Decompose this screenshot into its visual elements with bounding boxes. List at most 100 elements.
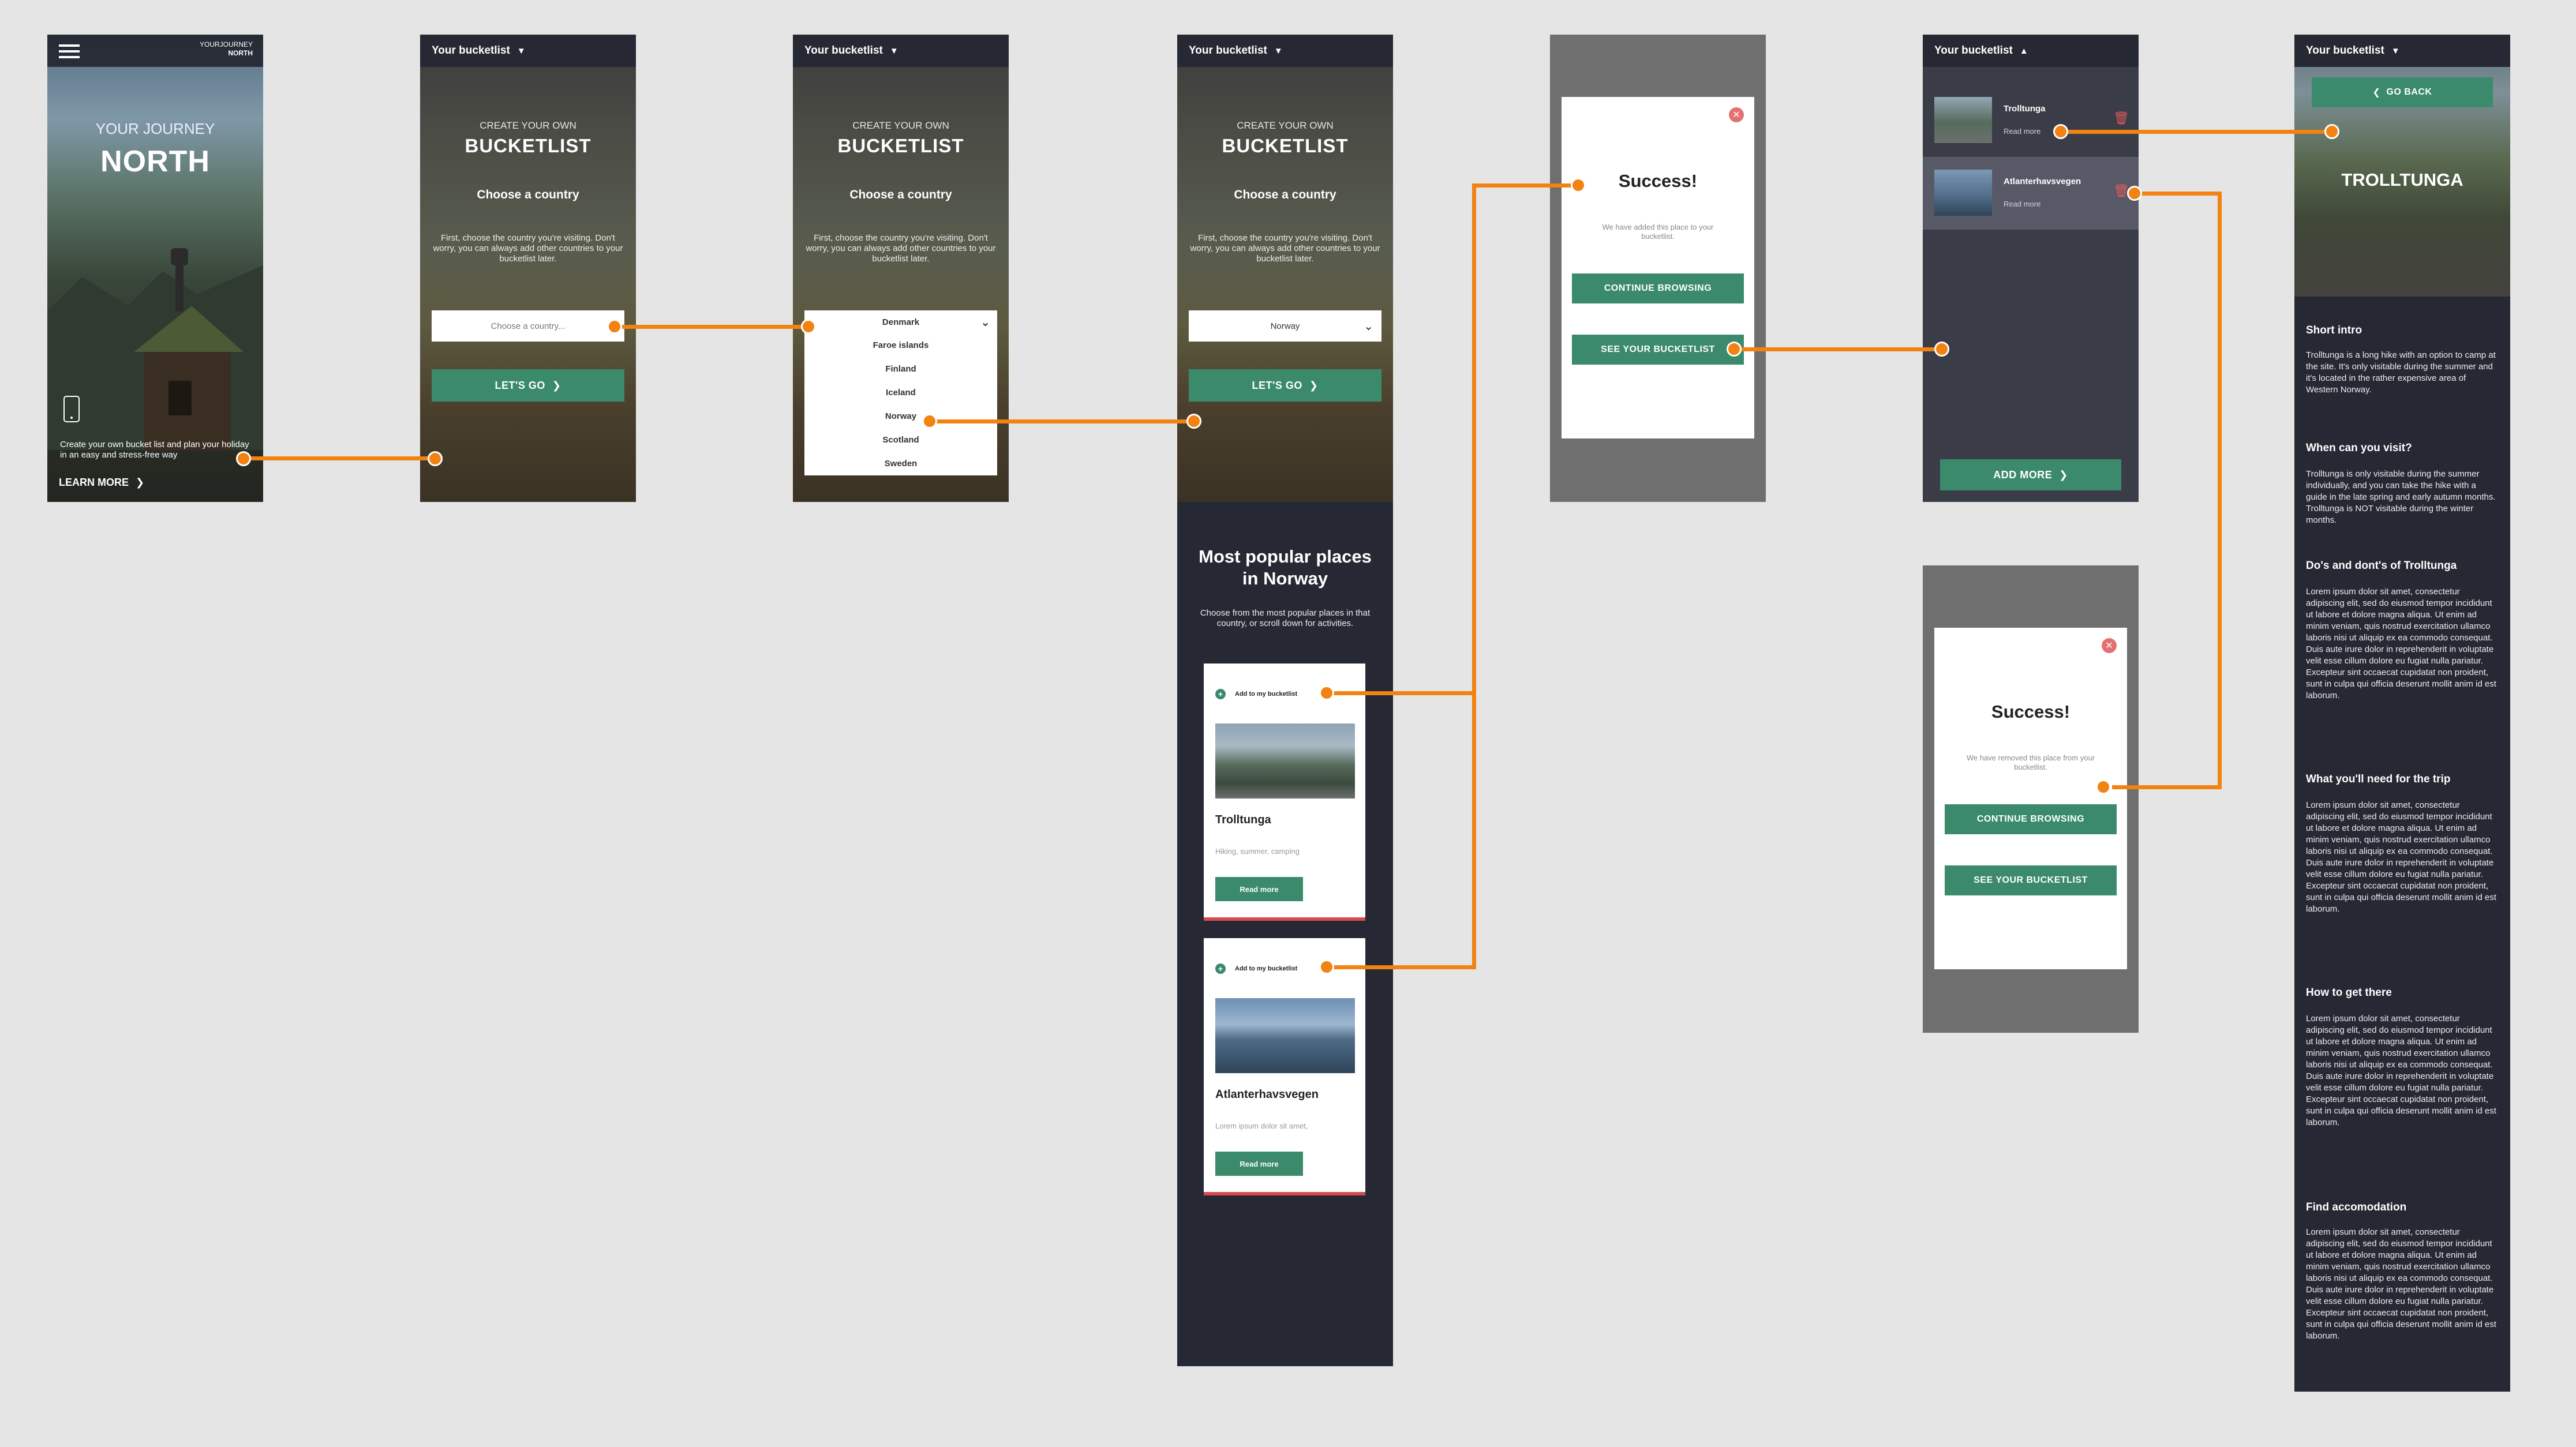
atlanterhavsvegen-thumbnail xyxy=(1934,170,1992,216)
section-text: Lorem ipsum dolor sit amet, consectetur … xyxy=(2306,1227,2496,1341)
learn-more-label: LEARN MORE xyxy=(59,477,129,488)
flow-dot xyxy=(2127,186,2142,201)
add-more-button[interactable]: ADD MORE ❯ xyxy=(1940,459,2121,490)
lets-go-button[interactable]: LET'S GO ❯ xyxy=(432,369,624,402)
dropdown-option-denmark[interactable]: Denmark xyxy=(804,310,997,333)
chevron-left-icon: ❮ xyxy=(2372,88,2381,98)
trash-icon[interactable]: 🗑 xyxy=(2113,111,2129,126)
flow-connector xyxy=(246,456,436,460)
lets-go-label: LET'S GO xyxy=(495,379,545,391)
hero-kicker: YOUR JOURNEY xyxy=(95,120,215,137)
popular-title-line1: Most popular places xyxy=(1199,546,1372,567)
chevron-right-icon: ❯ xyxy=(136,477,145,488)
add-to-bucketlist-button[interactable]: + Add to my bucketlist xyxy=(1215,964,1297,974)
flow-dot xyxy=(1571,178,1586,193)
create-title: BUCKETLIST xyxy=(1222,135,1349,156)
plus-icon: + xyxy=(1215,964,1226,974)
bucketlist-read-more[interactable]: Read more xyxy=(2004,127,2040,136)
hamburger-menu-icon[interactable] xyxy=(59,44,80,58)
detail-hero-title: TROLLTUNGA xyxy=(2341,170,2463,190)
popular-places-screen: Your bucketlist ▼ CREATE YOUR OWN BUCKET… xyxy=(1177,35,1393,1366)
place-card: + Add to my bucketlist Trolltunga Hiking… xyxy=(1204,663,1365,921)
section-heading: Find accomodation xyxy=(2306,1201,2407,1213)
bucketlist-header[interactable]: Your bucketlist ▼ xyxy=(420,35,636,67)
detail-screen: Your bucketlist ▼ ❮ GO BACK TROLLTUNGA S… xyxy=(2294,35,2510,1392)
dropdown-option-sweden[interactable]: Sweden xyxy=(804,452,997,475)
success-title: Success! xyxy=(1618,171,1698,191)
see-bucketlist-button[interactable]: SEE YOUR BUCKETLIST xyxy=(1945,865,2117,895)
bucketlist-header[interactable]: Your bucketlist ▼ xyxy=(2294,35,2510,67)
landing-screen: YOURJOURNEY NORTH YOUR JOURNEY NORTH Cre… xyxy=(47,35,263,502)
flow-dot xyxy=(922,414,937,429)
section-text: Trolltunga is a long hike with an option… xyxy=(2306,350,2496,395)
flow-dot xyxy=(2053,124,2068,139)
country-select-value: Norway xyxy=(1270,321,1300,331)
bucketlist-read-more[interactable]: Read more xyxy=(2004,200,2040,208)
close-icon[interactable]: ✕ xyxy=(2102,638,2117,653)
country-dropdown-list[interactable]: Denmark Faroe islands Finland Iceland No… xyxy=(804,310,997,475)
card-title: Atlanterhavsvegen xyxy=(1215,1088,1319,1101)
section-heading: When can you visit? xyxy=(2306,442,2412,454)
detail-hero xyxy=(2294,35,2510,297)
brand-logo: YOURJOURNEY NORTH xyxy=(200,40,253,58)
go-back-button[interactable]: ❮ GO BACK xyxy=(2312,77,2493,107)
flow-connector xyxy=(1327,691,1476,695)
add-to-bucketlist-button[interactable]: + Add to my bucketlist xyxy=(1215,689,1297,699)
dropdown-option-faroe-islands[interactable]: Faroe islands xyxy=(804,333,997,357)
success-added-modal: ✕ Success! We have added this place to y… xyxy=(1562,97,1754,438)
flow-connector xyxy=(2112,785,2222,789)
chevron-right-icon: ❯ xyxy=(552,379,561,391)
flow-dot xyxy=(1319,685,1334,700)
lets-go-button[interactable]: LET'S GO ❯ xyxy=(1189,369,1381,402)
header-title: Your bucketlist xyxy=(804,44,883,57)
dropdown-option-iceland[interactable]: Iceland xyxy=(804,381,997,404)
chevron-down-icon: ▼ xyxy=(889,46,898,56)
success-message: We have removed this place from your buc… xyxy=(1966,754,2095,771)
bucketlist-header[interactable]: Your bucketlist ▼ xyxy=(1177,35,1393,67)
flow-connector xyxy=(1327,965,1476,969)
flow-connector xyxy=(2062,130,2334,134)
read-more-button[interactable]: Read more xyxy=(1215,1152,1303,1176)
add-label: Add to my bucketlist xyxy=(1235,691,1298,698)
dropdown-option-finland[interactable]: Finland xyxy=(804,357,997,381)
read-more-button[interactable]: Read more xyxy=(1215,877,1303,901)
trolltunga-photo xyxy=(1215,724,1355,799)
continue-browsing-button[interactable]: CONTINUE BROWSING xyxy=(1945,804,2117,834)
country-select[interactable]: Choose a country... ▾ xyxy=(432,310,624,342)
chevron-down-icon: ▼ xyxy=(2391,46,2400,56)
chevron-right-icon: ❯ xyxy=(1309,379,1319,391)
dropdown-option-norway[interactable]: Norway xyxy=(804,404,997,428)
flow-dot xyxy=(428,451,443,466)
flow-connector xyxy=(2135,192,2222,196)
section-text: Lorem ipsum dolor sit amet, consectetur … xyxy=(2306,587,2496,700)
lets-go-label: LET'S GO xyxy=(1252,379,1302,391)
brand-top: YOURJOURNEY xyxy=(199,40,253,48)
bucketlist-item[interactable]: Trolltunga Read more 🗑 xyxy=(1923,84,2139,157)
header-title: Your bucketlist xyxy=(2306,44,2384,57)
bucketlist-header[interactable]: Your bucketlist ▲ xyxy=(1923,35,2139,67)
popular-title-line2: in Norway xyxy=(1242,568,1328,588)
learn-more-button[interactable]: LEARN MORE ❯ xyxy=(59,477,144,489)
success-message: We have added this place to your bucketl… xyxy=(1602,223,1714,241)
dropdown-option-scotland[interactable]: Scotland xyxy=(804,428,997,452)
bucketlist-header[interactable]: Your bucketlist ▼ xyxy=(793,35,1009,67)
add-more-label: ADD MORE xyxy=(1993,468,2053,481)
continue-browsing-button[interactable]: CONTINUE BROWSING xyxy=(1572,273,1744,303)
see-bucketlist-button[interactable]: SEE YOUR BUCKETLIST xyxy=(1572,335,1744,365)
country-select[interactable]: Norway ⌄ xyxy=(1189,310,1381,342)
plus-icon: + xyxy=(1215,689,1226,699)
flow-connector xyxy=(1472,183,1476,969)
trolltunga-thumbnail xyxy=(1934,97,1992,143)
popular-paragraph: Choose from the most popular places in t… xyxy=(1200,608,1371,628)
flow-dot xyxy=(1934,342,1949,357)
chevron-down-icon[interactable]: ⌄ xyxy=(980,315,990,329)
bucketlist-item[interactable]: Atlanterhavsvegen Read more 🗑 xyxy=(1923,157,2139,230)
go-back-label: GO BACK xyxy=(2386,87,2432,97)
flow-dot xyxy=(1319,959,1334,974)
section-heading: Do's and dont's of Trolltunga xyxy=(2306,560,2457,572)
flow-connector xyxy=(616,325,811,329)
choose-paragraph: First, choose the country you're visitin… xyxy=(433,233,623,264)
section-text: Lorem ipsum dolor sit amet, consectetur … xyxy=(2306,1014,2496,1127)
section-text: Trolltunga is only visitable during the … xyxy=(2306,469,2496,525)
close-icon[interactable]: ✕ xyxy=(1729,107,1744,122)
